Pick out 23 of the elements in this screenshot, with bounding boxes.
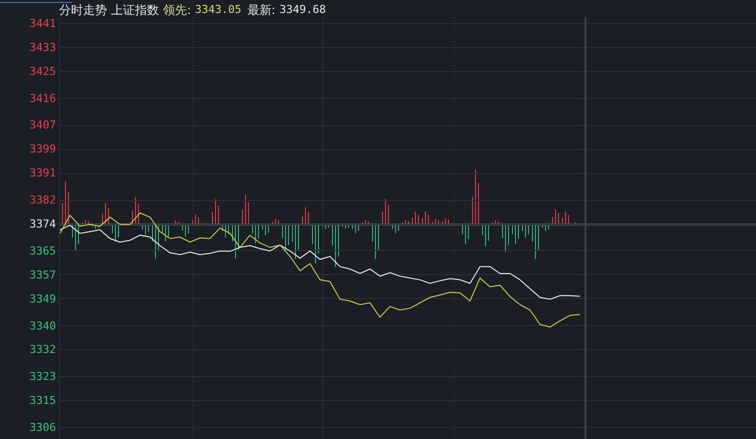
y-tick-label: 3323 — [30, 370, 56, 384]
y-tick-label: 3374 — [30, 218, 56, 230]
y-tick-label: 3315 — [30, 394, 56, 408]
y-tick-label: 3382 — [30, 194, 56, 207]
y-tick-label: 3306 — [30, 421, 56, 434]
leading-label: 领先: — [163, 2, 192, 18]
y-tick-label: 3399 — [30, 142, 56, 156]
y-tick-label: 3433 — [30, 40, 56, 54]
y-tick-label: 3349 — [30, 292, 56, 306]
y-tick-label: 3332 — [30, 343, 56, 356]
y-tick-label: 3416 — [30, 92, 56, 105]
y-tick-label: 3425 — [30, 64, 56, 78]
y-tick-label: 3407 — [30, 118, 56, 132]
y-tick-label: 3357 — [30, 268, 56, 282]
y-tick-label: 3365 — [30, 244, 56, 258]
y-tick-label: 3340 — [30, 319, 56, 332]
leading-value: 3343.05 — [195, 2, 242, 18]
y-tick-label: 3441 — [30, 17, 56, 30]
y-tick-label: 3391 — [30, 166, 56, 180]
chart-title: 分时走势 — [59, 2, 107, 18]
latest-value: 3349.68 — [279, 2, 326, 18]
latest-label: 最新: — [247, 2, 276, 18]
index-name: 上证指数 — [111, 2, 159, 18]
